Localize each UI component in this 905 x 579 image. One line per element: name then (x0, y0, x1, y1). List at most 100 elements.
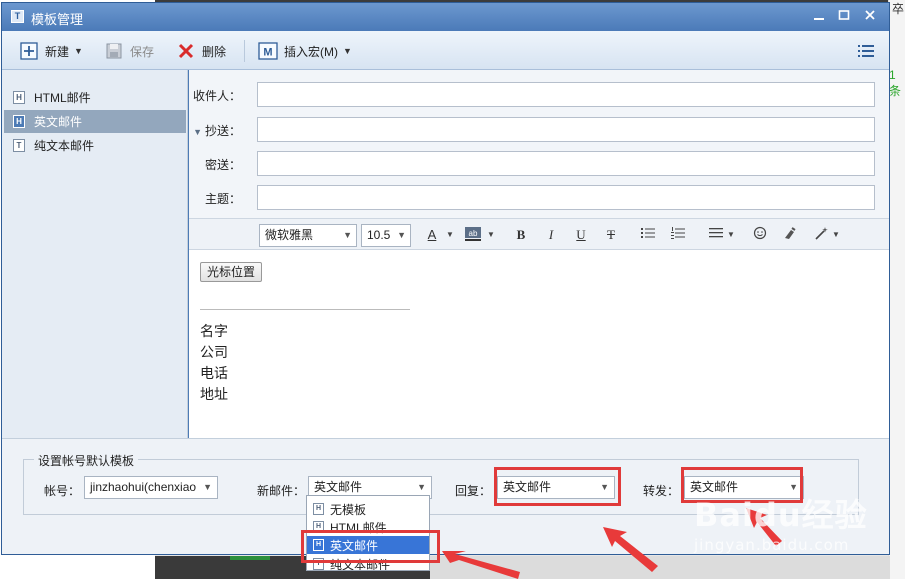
forward-select[interactable]: 英文邮件 ▼ (684, 476, 804, 499)
minimize-icon[interactable] (809, 7, 829, 27)
close-icon[interactable] (860, 7, 880, 27)
background-green-text: 1条 (889, 68, 902, 98)
maximize-icon[interactable] (834, 7, 854, 27)
forward-value: 英文邮件 (690, 480, 739, 494)
save-button[interactable]: 保存 (104, 40, 154, 62)
font-family-value: 微软雅黑 (265, 228, 314, 242)
signature-line: 电话 (200, 365, 228, 381)
new-button[interactable]: 新建 ▼ (19, 40, 83, 62)
svg-text:M: M (263, 47, 272, 59)
chevron-down-icon: ▼ (201, 477, 212, 498)
dropdown-option-english-mail[interactable]: H 英文邮件 (307, 536, 429, 554)
bullet-list-icon[interactable] (639, 226, 657, 244)
signature-line: 地址 (200, 386, 228, 402)
sidebar-item-label: 纯文本邮件 (34, 139, 95, 153)
template-list: H HTML邮件 H 英文邮件 T 纯文本邮件 (2, 70, 188, 438)
window-title: 模板管理 (31, 12, 84, 27)
highlight-button[interactable]: ab (462, 226, 484, 244)
toolbar-divider (244, 40, 245, 62)
dropdown-option-label: HTML邮件 (330, 520, 387, 535)
dropdown-option-label: 英文邮件 (330, 538, 379, 553)
chevron-down-icon: ▼ (832, 230, 840, 239)
underline-button[interactable]: U (572, 226, 590, 244)
text-doc-icon: T (313, 558, 324, 570)
chevron-down-icon: ▼ (787, 477, 798, 498)
background-panel (430, 556, 890, 579)
new-mail-dropdown-list: H 无模板 H HTML邮件 H 英文邮件 T 纯文本邮件 (306, 495, 430, 571)
delete-x-icon (176, 42, 196, 60)
sidebar-item-plain-text-mail[interactable]: T 纯文本邮件 (4, 134, 186, 157)
dropdown-option-plain-text-mail[interactable]: T 纯文本邮件 (307, 555, 429, 570)
account-label: 帐号： (44, 484, 81, 498)
to-row: 收件人： (189, 82, 889, 108)
background-right: 卒 1条 (888, 0, 905, 579)
font-family-select[interactable]: 微软雅黑 ▼ (259, 224, 357, 247)
account-select[interactable]: jinzhaohui(chenxiao ▼ (84, 476, 218, 499)
font-size-value: 10.5 (367, 228, 391, 242)
macro-icon: M (258, 42, 278, 60)
subject-field[interactable] (257, 185, 875, 210)
bcc-row: 密送： (189, 151, 889, 177)
reply-label: 回复： (455, 484, 492, 498)
cc-label-wrap[interactable]: ▼ 抄送： (193, 122, 241, 139)
reply-select[interactable]: 英文邮件 ▼ (497, 476, 615, 499)
sidebar-item-html-mail[interactable]: H HTML邮件 (4, 86, 186, 109)
header-fields: 收件人： ▼ 抄送： 密送： 主题： (189, 70, 889, 218)
html-doc-icon: H (313, 521, 324, 533)
cc-field[interactable] (257, 117, 875, 142)
strikethrough-button[interactable]: T (602, 226, 620, 244)
font-color-button[interactable]: A (423, 226, 441, 244)
italic-button[interactable]: I (542, 226, 560, 244)
chevron-down-icon: ▼ (343, 46, 352, 56)
align-icon[interactable] (707, 226, 725, 244)
highlight-button-label: ab (469, 229, 478, 238)
sidebar-item-english-mail[interactable]: H 英文邮件 (4, 110, 186, 133)
to-field[interactable] (257, 82, 875, 107)
html-doc-icon: H (13, 115, 25, 128)
default-template-panel: 设置帐号默认模板 帐号： jinzhaohui(chenxiao ▼ 新邮件： … (2, 438, 889, 554)
chevron-down-icon: ▼ (487, 230, 495, 239)
menu-list-icon[interactable] (858, 40, 874, 62)
dropdown-option-html-mail[interactable]: H HTML邮件 (307, 518, 429, 536)
background-text: 卒 (892, 2, 905, 16)
expand-triangle-icon: ▼ (193, 127, 202, 137)
chevron-down-icon: ▼ (446, 230, 454, 239)
magic-wand-icon[interactable] (813, 226, 831, 244)
clear-format-icon[interactable] (781, 226, 799, 244)
editor-body[interactable]: 光标位置 名字 公司 电话 地址 (189, 251, 889, 438)
chevron-down-icon: ▼ (598, 477, 609, 498)
dropdown-option-label: 无模板 (330, 502, 367, 517)
toolbar: 新建 ▼ 保存 删除 M 插入宏(M) ▼ (2, 31, 889, 70)
new-mail-value: 英文邮件 (314, 480, 363, 494)
insert-macro-label: 插入宏(M) (284, 44, 338, 59)
subject-row: 主题： (189, 185, 889, 211)
html-doc-icon: H (313, 503, 324, 515)
save-icon (104, 42, 124, 60)
cursor-position-button[interactable]: 光标位置 (200, 262, 263, 282)
delete-button[interactable]: 删除 (176, 40, 226, 62)
insert-macro-button[interactable]: M 插入宏(M) ▼ (258, 40, 352, 62)
bcc-field[interactable] (257, 151, 875, 176)
subject-label: 主题： (204, 192, 241, 206)
signature-divider (200, 309, 410, 310)
template-editor: 收件人： ▼ 抄送： 密送： 主题： 微软雅黑 ▼ 10.5 ▼ A ▼ ab … (189, 70, 889, 438)
html-doc-icon: H (13, 91, 25, 104)
template-manager-window: T 模板管理 新建 ▼ 保存 删除 M 插入宏(M) ▼ H HTML邮件 H … (1, 2, 890, 555)
new-button-label: 新建 (45, 44, 70, 59)
to-label: 收件人： (192, 89, 241, 103)
reply-value: 英文邮件 (503, 480, 552, 494)
emoji-icon[interactable] (751, 226, 769, 244)
background-bottom (155, 556, 890, 579)
font-size-select[interactable]: 10.5 ▼ (361, 224, 411, 247)
title-bar[interactable]: T 模板管理 (2, 3, 889, 31)
sidebar-item-label: HTML邮件 (34, 91, 91, 105)
chevron-down-icon: ▼ (727, 230, 735, 239)
sidebar-item-label: 英文邮件 (34, 115, 83, 129)
forward-label: 转发： (643, 484, 680, 498)
background-green-bar (230, 556, 270, 560)
save-button-label: 保存 (130, 44, 155, 59)
text-doc-icon: T (13, 139, 25, 152)
numbered-list-icon[interactable] (669, 226, 687, 244)
dropdown-option-no-template[interactable]: H 无模板 (307, 500, 429, 518)
bold-button[interactable]: B (512, 226, 530, 244)
